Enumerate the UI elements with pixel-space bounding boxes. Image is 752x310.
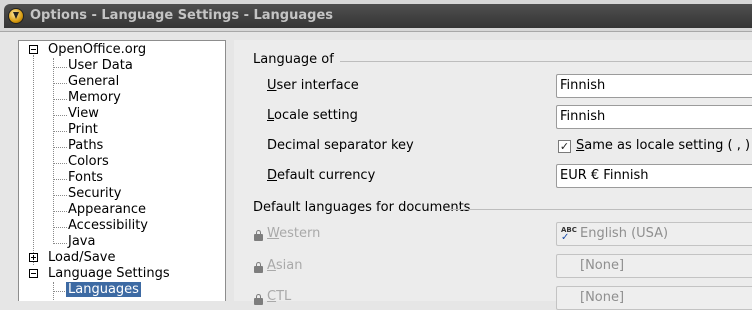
spellcheck-icon: ABC ✓ [561,226,577,243]
tree-item-label: Paths [68,138,104,153]
tree-item-accessibility[interactable]: Accessibility [68,218,148,234]
tree-branch [53,147,67,148]
tree-item-label: General [68,74,120,89]
options-tree[interactable]: OpenOffice.org User Data General Memory … [18,40,226,301]
tree-branch [53,243,67,244]
decimal-separator-label: Decimal separator key [267,138,414,153]
section-language-of-heading: Language of [253,52,334,67]
tree-item-colors[interactable]: Colors [68,154,109,170]
tree-item-appearance[interactable]: Appearance [68,202,146,218]
tree-branch [53,211,67,212]
asian-language-dropdown[interactable]: [None] [556,254,752,278]
tree-branch [53,115,67,116]
tree-expand-load-save-icon[interactable] [29,253,38,262]
tree-item-label: Language Settings [48,266,170,281]
tree-item-load-save[interactable]: Load/Save [48,250,115,266]
ctl-label: CTL [267,289,292,304]
tree-collapse-language-settings-icon[interactable] [29,269,38,278]
tree-item-label: Print [68,122,98,137]
asian-label: Asian [267,258,303,273]
openoffice-logo-icon[interactable] [8,8,24,24]
section-divider [450,209,752,210]
tree-connector-root [33,55,34,265]
default-currency-dropdown[interactable]: EUR € Finnish [556,164,752,188]
tree-branch [53,179,67,180]
tree-item-openoffice[interactable]: OpenOffice.org [48,42,146,58]
western-language-dropdown[interactable]: English (USA) [556,222,752,246]
tree-item-general[interactable]: General [68,74,119,90]
user-interface-dropdown[interactable]: Finnish [556,74,752,98]
tree-branch [53,99,67,100]
window-titlebar: Options - Language Settings - Languages [0,0,752,32]
same-as-locale-checkbox-label[interactable]: Same as locale setting ( , ) [576,138,750,153]
lock-icon [254,262,263,273]
tree-item-label: Java [68,234,96,249]
tree-branch [53,291,67,292]
default-currency-label: Default currency [267,168,376,183]
tree-item-print[interactable]: Print [68,122,98,138]
tree-item-view[interactable]: View [68,106,99,122]
tree-item-user-data[interactable]: User Data [68,58,133,74]
tree-item-memory[interactable]: Memory [68,90,121,106]
tree-branch [53,67,67,68]
tree-item-language-settings[interactable]: Language Settings [48,266,170,282]
western-label: Western [267,226,321,241]
section-divider [340,61,752,62]
tree-item-label: Fonts [68,170,104,185]
tree-item-java[interactable]: Java [68,234,95,250]
tree-item-label: Load/Save [48,250,116,265]
same-as-locale-checkbox[interactable]: ✓ [558,140,571,153]
tree-item-label: OpenOffice.org [48,42,147,57]
tree-item-label: View [68,106,99,121]
user-interface-label: User interface [267,78,359,93]
window-title: Options - Language Settings - Languages [30,8,334,23]
lock-icon [254,230,263,241]
tree-branch [53,83,67,84]
tree-branch [53,227,67,228]
tree-item-paths[interactable]: Paths [68,138,103,154]
section-default-languages-heading: Default languages for documents [253,200,471,215]
tree-branch [53,195,67,196]
tree-item-label: User Data [68,58,133,73]
tree-item-label: Colors [68,154,109,169]
lock-icon [254,294,263,305]
tree-item-label: Languages [66,282,141,297]
tree-item-languages[interactable]: Languages [66,282,141,298]
tree-connector-children [53,58,54,244]
tree-item-label: Appearance [68,202,147,217]
tree-item-label: Security [68,186,122,201]
locale-setting-dropdown[interactable]: Finnish [556,105,752,129]
titlebar-inner: Options - Language Settings - Languages [4,4,752,28]
tree-branch [53,163,67,164]
tree-branch [53,131,67,132]
locale-setting-label: Locale setting [267,108,358,123]
ctl-language-dropdown[interactable]: [None] [556,286,752,310]
tree-item-label: Accessibility [68,218,148,233]
tree-collapse-openoffice-icon[interactable] [29,45,38,54]
tree-item-security[interactable]: Security [68,186,121,202]
tree-item-label: Memory [68,90,121,105]
tree-item-fonts[interactable]: Fonts [68,170,103,186]
